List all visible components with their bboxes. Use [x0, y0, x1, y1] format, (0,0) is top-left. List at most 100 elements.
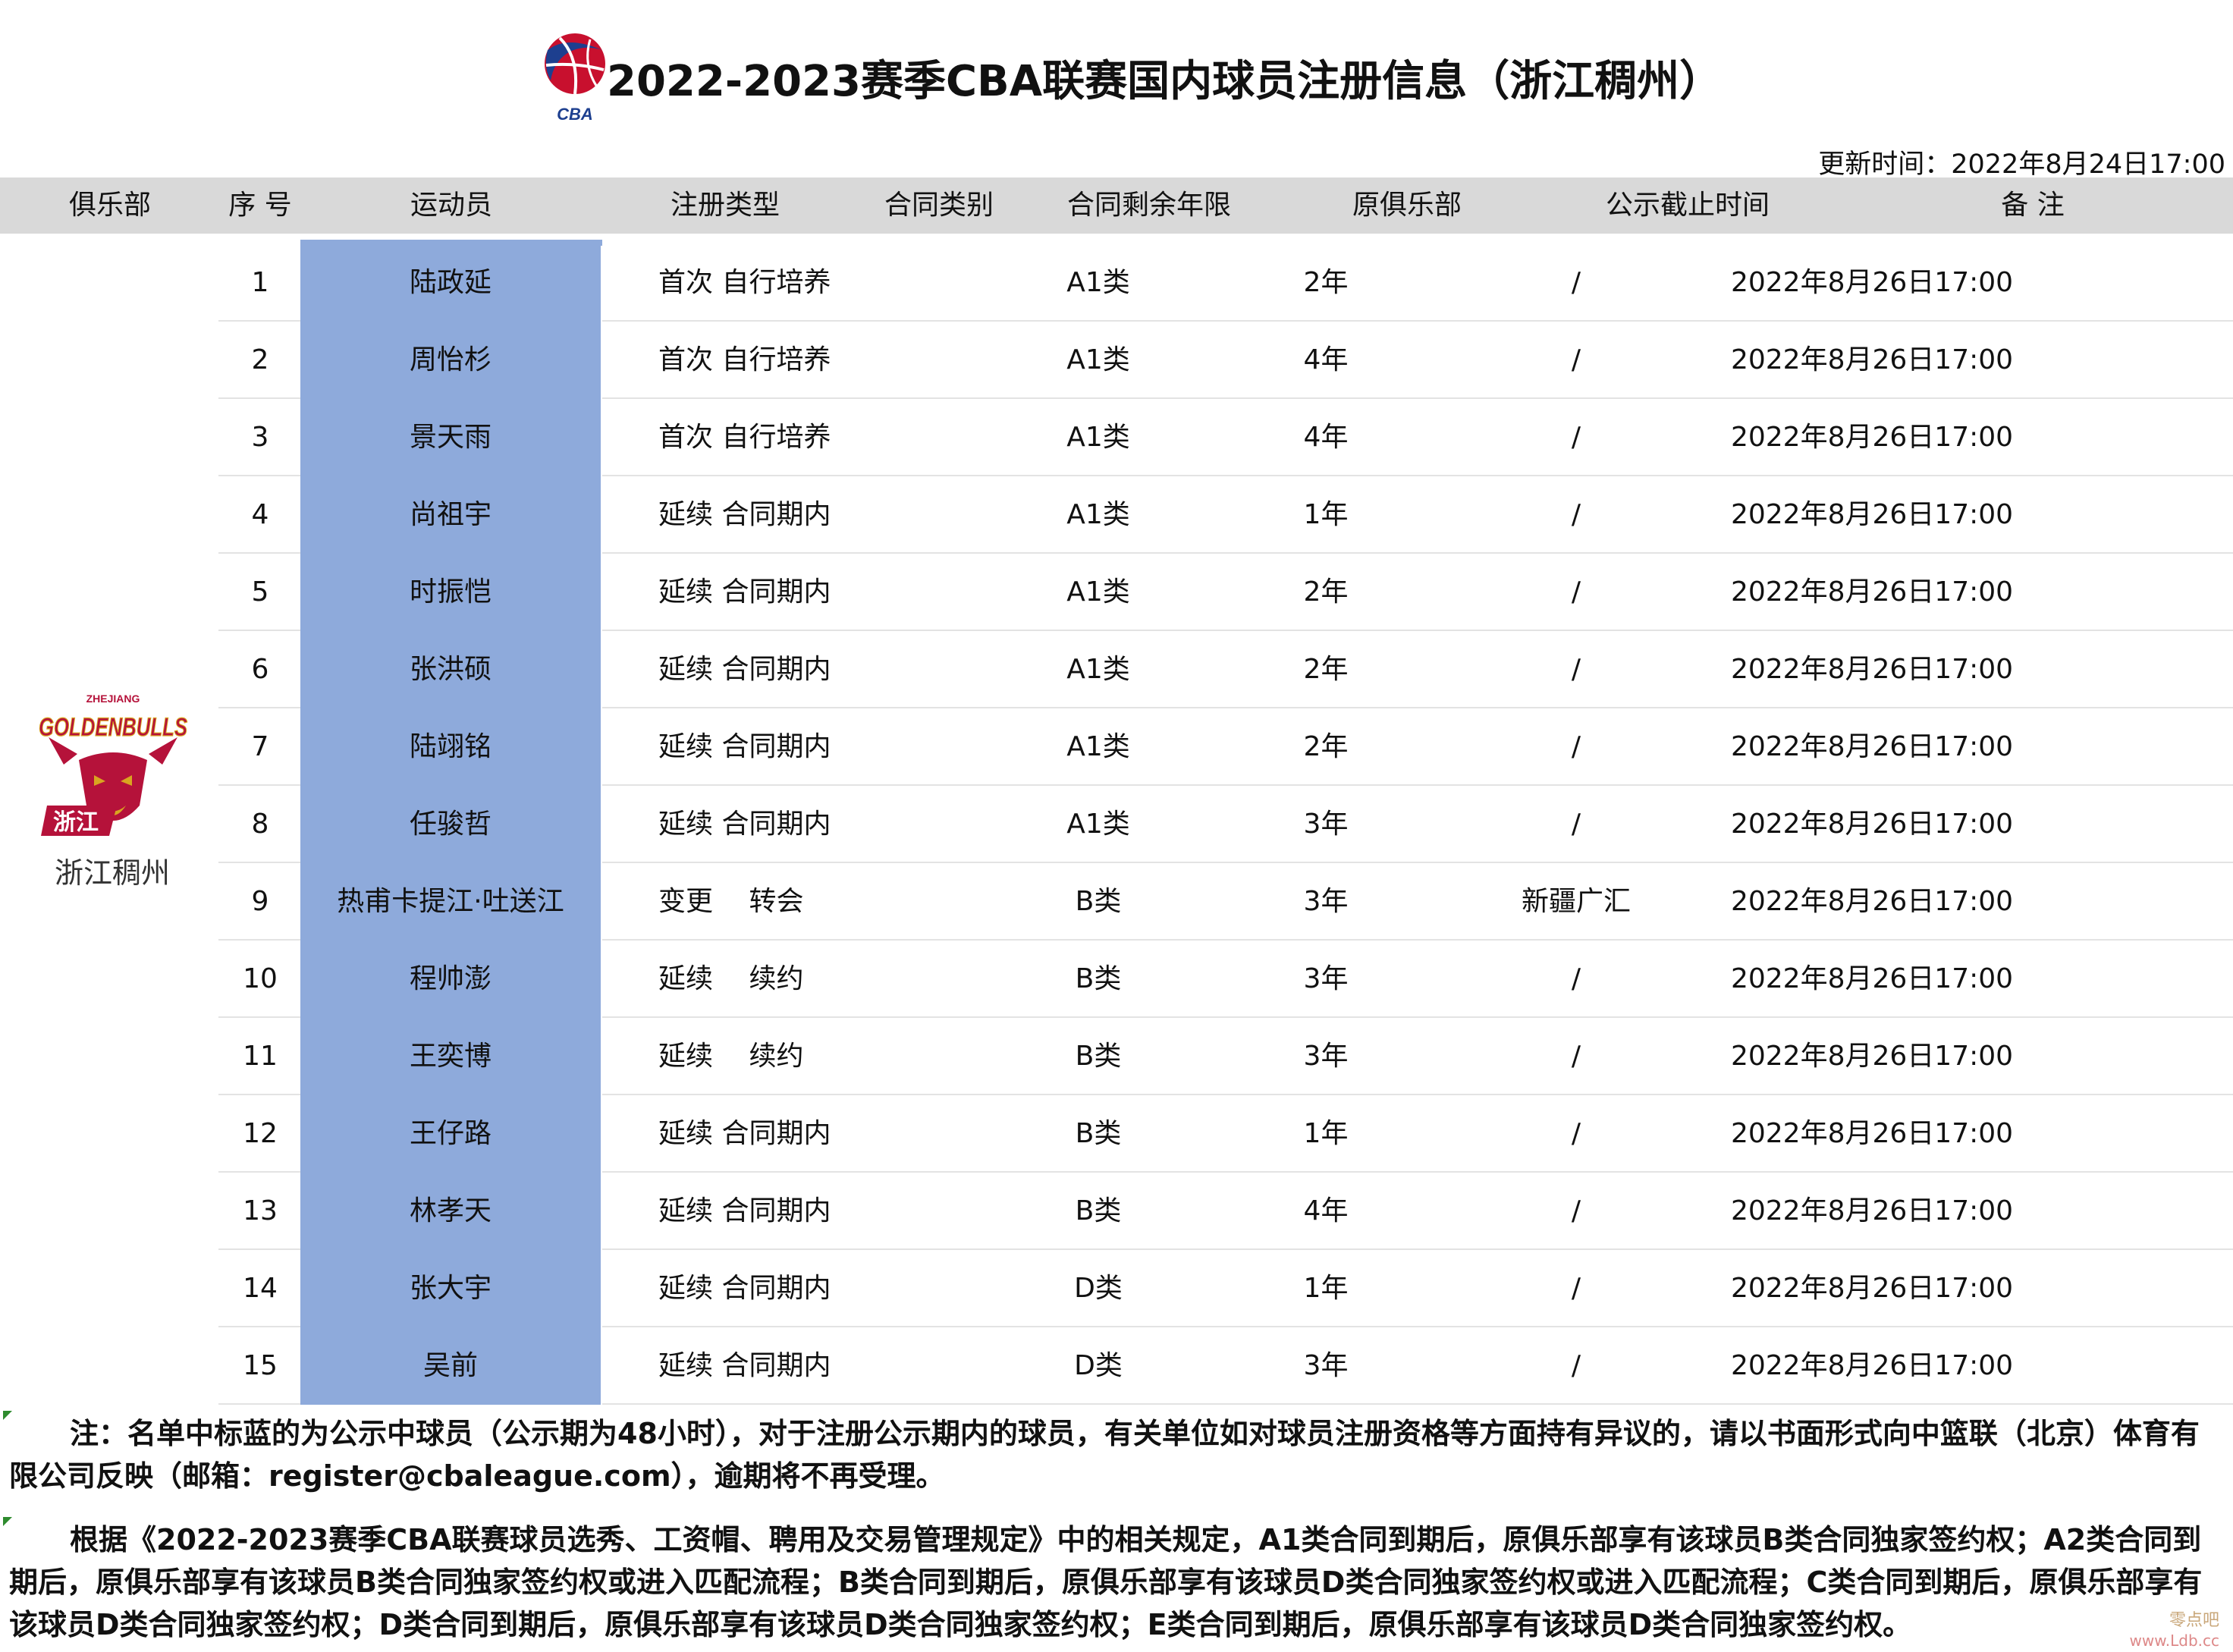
row-player-name: 尚祖宇: [300, 476, 602, 554]
table-row: 3 景天雨 首次 自行培养 A1类 4年/2022年8月26日17:00: [218, 399, 2233, 476]
note-contract-rules-text: 根据《2022-2023赛季CBA联赛球员选秀、工资帽、聘用及交易管理规定》中的…: [9, 1523, 2203, 1641]
row-player-name: 王奕博: [300, 1018, 602, 1095]
watermark-line1: 零点吧: [2169, 1611, 2219, 1630]
row-note: [1963, 1173, 2191, 1250]
row-years-left: 1年: [1303, 499, 1349, 530]
row-reg-type: 首次 自行培养: [658, 267, 831, 298]
table-row: 11 王奕博 延续 续约 B类 3年/2022年8月26日17:00: [218, 1018, 2233, 1095]
table-row: 12 王仔路 延续 合同期内 B类 1年/2022年8月26日17:00: [218, 1095, 2233, 1173]
row-years-left: 3年: [1303, 1350, 1349, 1381]
row-reg-type: 延续 合同期内: [658, 576, 831, 608]
row-contract-type: B类: [1075, 886, 1122, 917]
row-seq: 15: [243, 1350, 278, 1381]
row-contract-type: A1类: [1066, 576, 1130, 608]
row-note: [1963, 863, 2191, 941]
row-seq: 11: [243, 1041, 278, 1072]
row-reg-type: 首次 自行培养: [658, 344, 831, 375]
row-player-name: 王仔路: [300, 1095, 602, 1173]
row-contract-type: A1类: [1066, 731, 1130, 762]
row-note: [1963, 1095, 2191, 1173]
row-seq: 14: [243, 1273, 278, 1304]
row-contract-type: A1类: [1066, 344, 1130, 375]
row-note: [1963, 399, 2191, 476]
row-contract-type: D类: [1074, 1273, 1123, 1304]
row-contract-type: B类: [1075, 1041, 1122, 1072]
table-row: 1 陆政延 首次 自行培养 A1类 2年/2022年8月26日17:00: [218, 244, 2233, 322]
row-contract-type: A1类: [1066, 422, 1130, 453]
row-contract-type: A1类: [1066, 809, 1130, 840]
row-years-left: 3年: [1303, 809, 1349, 840]
row-reg-type: 延续 合同期内: [658, 1350, 831, 1381]
table-row: 2 周怡杉 首次 自行培养 A1类 4年/2022年8月26日17:00: [218, 322, 2233, 399]
note-public-notice-text: 注：名单中标蓝的为公示中球员（公示期为48小时），对于注册公示期内的球员，有关单…: [9, 1417, 2200, 1493]
row-note: [1963, 554, 2191, 631]
row-reg-type: 延续 合同期内: [658, 731, 831, 762]
table-row: 4 尚祖宇 延续 合同期内 A1类 1年/2022年8月26日17:00: [218, 476, 2233, 554]
row-seq: 4: [251, 499, 269, 530]
row-note: [1963, 631, 2191, 708]
row-reg-type: 变更 转会: [658, 886, 804, 917]
row-player-name: 景天雨: [300, 399, 602, 476]
row-player-name: 吴前: [300, 1327, 602, 1405]
table-row: 6 张洪硕 延续 合同期内 A1类 2年/2022年8月26日17:00: [218, 631, 2233, 708]
row-contract-type: B类: [1075, 963, 1122, 994]
row-years-left: 3年: [1303, 963, 1349, 994]
row-years-left: 1年: [1303, 1118, 1349, 1149]
note-contract-rules: 根据《2022-2023赛季CBA联赛球员选秀、工资帽、聘用及交易管理规定》中的…: [9, 1519, 2224, 1646]
row-reg-type: 延续 合同期内: [658, 499, 831, 530]
row-player-name: 张大宇: [300, 1250, 602, 1327]
row-player-name: 任骏哲: [300, 786, 602, 863]
row-note: [1963, 1327, 2191, 1405]
row-reg-type: 延续 续约: [658, 1041, 804, 1072]
row-reg-type: 延续 合同期内: [658, 809, 831, 840]
row-years-left: 3年: [1303, 1041, 1349, 1072]
row-contract-type: A1类: [1066, 499, 1130, 530]
row-note: [1963, 476, 2191, 554]
row-seq: 2: [251, 344, 269, 375]
row-player-name: 林孝天: [300, 1173, 602, 1250]
table-row: 8 任骏哲 延续 合同期内 A1类 3年/2022年8月26日17:00: [218, 786, 2233, 863]
row-player-name: 热甫卡提江·吐送江: [300, 863, 602, 941]
row-years-left: 2年: [1303, 731, 1349, 762]
row-contract-type: B类: [1075, 1118, 1122, 1149]
table-row: 7 陆翊铭 延续 合同期内 A1类 2年/2022年8月26日17:00: [218, 708, 2233, 786]
row-seq: 12: [243, 1118, 278, 1149]
row-player-name: 陆翊铭: [300, 708, 602, 786]
row-seq: 1: [251, 267, 269, 298]
table-row: 5 时振恺 延续 合同期内 A1类 2年/2022年8月26日17:00: [218, 554, 2233, 631]
row-seq: 10: [243, 963, 278, 994]
row-years-left: 3年: [1303, 886, 1349, 917]
table-row: 10 程帅澎 延续 续约 B类 3年/2022年8月26日17:00: [218, 941, 2233, 1018]
row-player-name: 周怡杉: [300, 322, 602, 399]
highlight-column-cap: [300, 240, 602, 246]
row-note: [1963, 786, 2191, 863]
row-contract-type: B类: [1075, 1195, 1122, 1226]
row-player-name: 程帅澎: [300, 941, 602, 1018]
row-note: [1963, 244, 2191, 322]
table-row: 13 林孝天 延续 合同期内 B类 4年/2022年8月26日17:00: [218, 1173, 2233, 1250]
row-note: [1963, 1018, 2191, 1095]
row-reg-type: 延续 合同期内: [658, 1195, 831, 1226]
row-contract-type: D类: [1074, 1350, 1123, 1381]
note-public-notice: 注：名单中标蓝的为公示中球员（公示期为48小时），对于注册公示期内的球员，有关单…: [9, 1412, 2224, 1497]
row-contract-type: A1类: [1066, 267, 1130, 298]
row-seq: 7: [251, 731, 269, 762]
row-years-left: 4年: [1303, 1195, 1349, 1226]
row-years-left: 2年: [1303, 576, 1349, 608]
row-seq: 13: [243, 1195, 278, 1226]
row-seq: 8: [251, 809, 269, 840]
row-seq: 6: [251, 654, 269, 685]
row-seq: 9: [251, 886, 269, 917]
row-reg-type: 延续 合同期内: [658, 1118, 831, 1149]
row-reg-type: 延续 合同期内: [658, 654, 831, 685]
row-reg-type: 延续 续约: [658, 963, 804, 994]
row-years-left: 2年: [1303, 654, 1349, 685]
row-note: [1963, 941, 2191, 1018]
row-player-name: 陆政延: [300, 244, 602, 322]
row-seq: 3: [251, 422, 269, 453]
row-reg-type: 首次 自行培养: [658, 422, 831, 453]
table-row: 9 热甫卡提江·吐送江 变更 转会 B类 3年 新疆广汇 2022年8月26日17:00: [218, 863, 2233, 941]
table-row: 15 吴前 延续 合同期内 D类 3年/2022年8月26日17:00: [218, 1327, 2233, 1405]
watermark: 零点吧 www.Ldb.cc: [2130, 1611, 2219, 1650]
row-years-left: 2年: [1303, 267, 1349, 298]
